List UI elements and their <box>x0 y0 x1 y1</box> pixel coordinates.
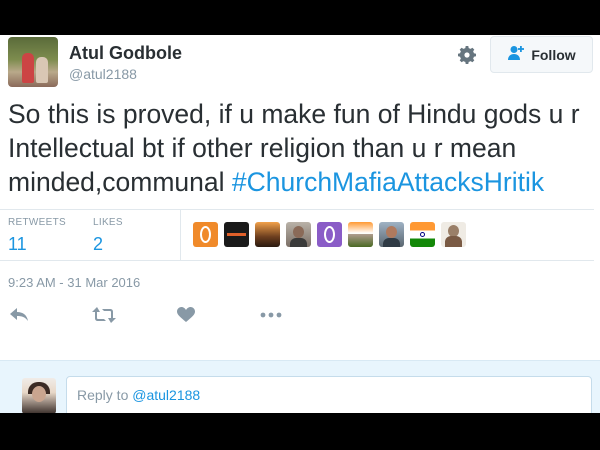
heart-icon[interactable] <box>174 303 198 327</box>
person-portrait-avatar[interactable] <box>286 222 311 247</box>
user-handle[interactable]: @atul2188 <box>69 66 137 82</box>
stats-divider <box>180 210 181 260</box>
reply-bar: Reply to @atul2188 <box>0 360 600 413</box>
likes-stat[interactable]: LIKES 2 <box>93 217 123 255</box>
add-user-icon <box>507 45 525 64</box>
purple-oval-avatar[interactable] <box>317 222 342 247</box>
liker-avatars <box>193 222 466 247</box>
likes-label: LIKES <box>93 217 123 228</box>
retweets-label: RETWEETS <box>8 217 66 228</box>
follow-label: Follow <box>531 46 576 63</box>
tweet-timestamp[interactable]: 9:23 AM - 31 Mar 2016 <box>8 275 140 290</box>
india-flag-avatar[interactable] <box>410 222 435 247</box>
retweet-icon[interactable] <box>92 303 116 327</box>
saint-portrait-avatar[interactable] <box>441 222 466 247</box>
reply-input[interactable]: Reply to @atul2188 <box>66 376 592 413</box>
man-portrait-avatar[interactable] <box>379 222 404 247</box>
sunset-landscape-avatar[interactable] <box>255 222 280 247</box>
user-avatar[interactable] <box>8 37 58 87</box>
follow-button[interactable]: Follow <box>490 36 593 73</box>
retweets-count[interactable]: 11 <box>8 234 66 255</box>
current-user-avatar <box>22 378 56 413</box>
tweet-card: Atul Godbole @atul2188 Follow So this is… <box>0 35 600 413</box>
orange-oval-avatar[interactable] <box>193 222 218 247</box>
tweet-text: So this is proved, if u make fun of Hind… <box>8 97 598 199</box>
reply-placeholder: Reply to <box>77 387 133 403</box>
hashtag-link[interactable]: #ChurchMafiaAttacksHritik <box>232 167 544 197</box>
gear-icon[interactable] <box>455 43 479 67</box>
likes-count[interactable]: 2 <box>93 234 123 255</box>
reply-icon[interactable] <box>7 303 31 327</box>
retweets-stat[interactable]: RETWEETS 11 <box>8 217 66 255</box>
reply-mention: @atul2188 <box>132 387 201 403</box>
more-icon[interactable] <box>259 303 283 327</box>
flag-crowd-avatar[interactable] <box>348 222 373 247</box>
tweet-actions <box>0 303 600 329</box>
dark-banner-avatar[interactable] <box>224 222 249 247</box>
user-name[interactable]: Atul Godbole <box>69 43 182 64</box>
tweet-stats: RETWEETS 11 LIKES 2 <box>0 209 594 261</box>
